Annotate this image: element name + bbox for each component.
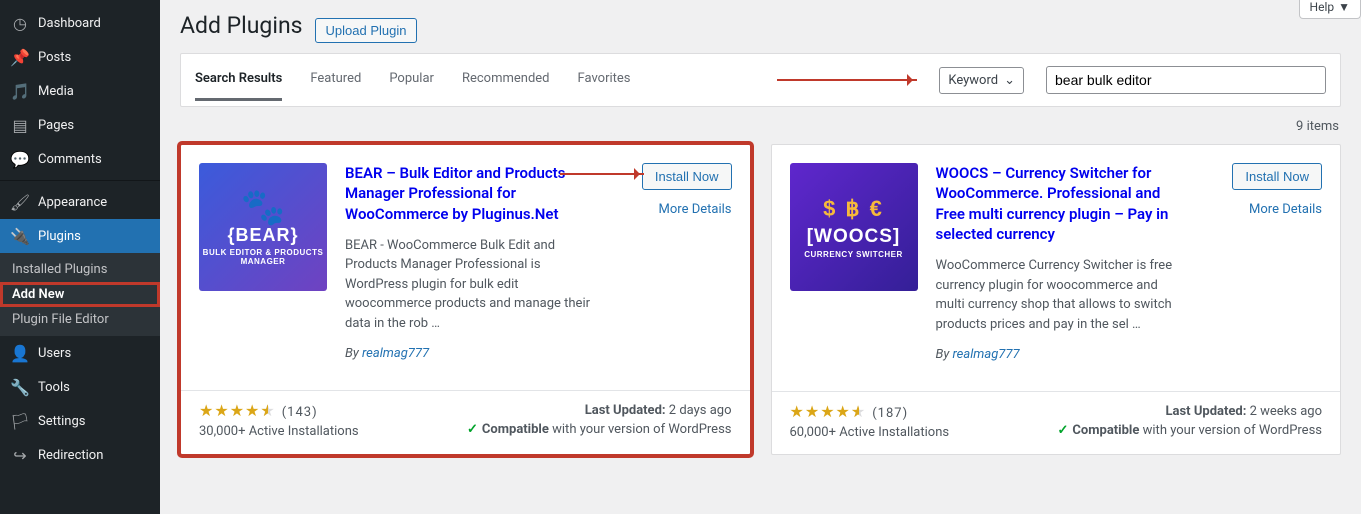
items-count: 9 items xyxy=(180,119,1339,134)
sidebar-item-label: Media xyxy=(38,84,74,99)
plugin-thumbnail: 🐾 {BEAR} BULK EDITOR & PRODUCTS MANAGER xyxy=(199,163,327,291)
annotation-arrow xyxy=(777,79,917,81)
sidebar-item-label: Redirection xyxy=(38,448,103,463)
sidebar-item-label: Settings xyxy=(38,414,85,429)
help-tab[interactable]: Help▼ xyxy=(1299,0,1361,19)
annotation-arrow xyxy=(560,173,644,175)
plugin-card: 🐾 {BEAR} BULK EDITOR & PRODUCTS MANAGER … xyxy=(180,144,751,455)
compatibility: ✓Compatible with your version of WordPre… xyxy=(467,422,732,437)
plugin-author-link[interactable]: realmag777 xyxy=(953,347,1020,362)
sidebar-item-label: Tools xyxy=(38,380,70,395)
active-installs: 30,000+ Active Installations xyxy=(199,424,359,439)
rating-stars: ★★★★★(143) xyxy=(199,401,359,420)
install-now-button[interactable]: Install Now xyxy=(1232,163,1322,190)
plugin-description: BEAR - WooCommerce Bulk Edit and Product… xyxy=(345,236,594,334)
admin-sidebar: ◷ Dashboard 📌 Posts 🎵 Media ▤ Pages 💬 Co… xyxy=(0,0,160,514)
search-type-select[interactable]: Keyword ⌄ xyxy=(939,67,1024,94)
plugin-author: By realmag777 xyxy=(345,346,594,361)
appearance-icon: 🖌 xyxy=(10,192,30,212)
pages-icon: ▤ xyxy=(10,115,30,135)
sidebar-subitem-plugin-file-editor[interactable]: Plugin File Editor xyxy=(0,307,160,332)
media-icon: 🎵 xyxy=(10,81,30,101)
last-updated: Last Updated: 2 days ago xyxy=(467,403,732,418)
filter-tab-recommended[interactable]: Recommended xyxy=(462,71,550,101)
filter-tab-featured[interactable]: Featured xyxy=(310,71,361,101)
sidebar-item-label: Appearance xyxy=(38,195,107,210)
sidebar-item-dashboard[interactable]: ◷ Dashboard xyxy=(0,6,160,40)
sidebar-subitem-installed-plugins[interactable]: Installed Plugins xyxy=(0,257,160,282)
page-title: Add Plugins xyxy=(180,12,303,39)
plugin-card: $ ฿ € [WOOCS] CURRENCY SWITCHER WOOCS – … xyxy=(771,144,1342,455)
sidebar-item-settings[interactable]: 🏳 Settings xyxy=(0,404,160,438)
sidebar-subitem-add-new[interactable]: Add New xyxy=(0,282,160,307)
more-details-link[interactable]: More Details xyxy=(659,202,732,217)
sidebar-item-comments[interactable]: 💬 Comments xyxy=(0,142,160,176)
comments-icon: 💬 xyxy=(10,149,30,169)
filter-tab-favorites[interactable]: Favorites xyxy=(578,71,631,101)
upload-plugin-button[interactable]: Upload Plugin xyxy=(315,18,418,43)
sidebar-submenu-plugins: Installed PluginsAdd NewPlugin File Edit… xyxy=(0,253,160,336)
sidebar-item-plugins[interactable]: 🔌 Plugins xyxy=(0,219,160,253)
sidebar-item-label: Comments xyxy=(38,152,102,167)
plugin-author-link[interactable]: realmag777 xyxy=(362,346,429,361)
content-area: Help▼ Add Plugins Upload Plugin Search R… xyxy=(160,0,1361,514)
dashboard-icon: ◷ xyxy=(10,13,30,33)
sidebar-item-appearance[interactable]: 🖌 Appearance xyxy=(0,185,160,219)
tools-icon: 🔧 xyxy=(10,377,30,397)
plugin-description: WooCommerce Currency Switcher is free cu… xyxy=(936,256,1185,334)
filter-tab-search-results[interactable]: Search Results xyxy=(195,71,282,101)
redirection-icon: ↪ xyxy=(10,445,30,465)
active-installs: 60,000+ Active Installations xyxy=(790,425,950,440)
users-icon: 👤 xyxy=(10,343,30,363)
plugin-author: By realmag777 xyxy=(936,347,1185,362)
filter-bar: Search Results Featured Popular Recommended… xyxy=(180,53,1341,107)
search-input[interactable] xyxy=(1046,66,1326,94)
sidebar-item-media[interactable]: 🎵 Media xyxy=(0,74,160,108)
filter-tab-popular[interactable]: Popular xyxy=(389,71,434,101)
plugin-title-link[interactable]: WOOCS – Currency Switcher for WooCommerc… xyxy=(936,164,1169,243)
sidebar-item-label: Plugins xyxy=(38,229,81,244)
sidebar-item-posts[interactable]: 📌 Posts xyxy=(0,40,160,74)
plugins-icon: 🔌 xyxy=(10,226,30,246)
sidebar-item-label: Pages xyxy=(38,118,74,133)
chevron-down-icon: ⌄ xyxy=(1004,73,1015,88)
sidebar-item-redirection[interactable]: ↪ Redirection xyxy=(0,438,160,472)
more-details-link[interactable]: More Details xyxy=(1249,202,1322,217)
pin-icon: 📌 xyxy=(10,47,30,67)
last-updated: Last Updated: 2 weeks ago xyxy=(1058,404,1323,419)
sidebar-item-pages[interactable]: ▤ Pages xyxy=(0,108,160,142)
sidebar-item-label: Posts xyxy=(38,50,71,65)
settings-icon: 🏳 xyxy=(10,411,30,431)
compatibility: ✓Compatible with your version of WordPre… xyxy=(1058,423,1323,438)
sidebar-item-tools[interactable]: 🔧 Tools xyxy=(0,370,160,404)
sidebar-item-users[interactable]: 👤 Users xyxy=(0,336,160,370)
sidebar-item-label: Users xyxy=(38,346,71,361)
sidebar-item-label: Dashboard xyxy=(38,16,101,31)
rating-stars: ★★★★★(187) xyxy=(790,402,950,421)
install-now-button[interactable]: Install Now xyxy=(642,163,732,190)
chevron-down-icon: ▼ xyxy=(1338,0,1350,14)
plugin-thumbnail: $ ฿ € [WOOCS] CURRENCY SWITCHER xyxy=(790,163,918,291)
plugin-title-link[interactable]: BEAR – Bulk Editor and Products Manager … xyxy=(345,164,565,223)
